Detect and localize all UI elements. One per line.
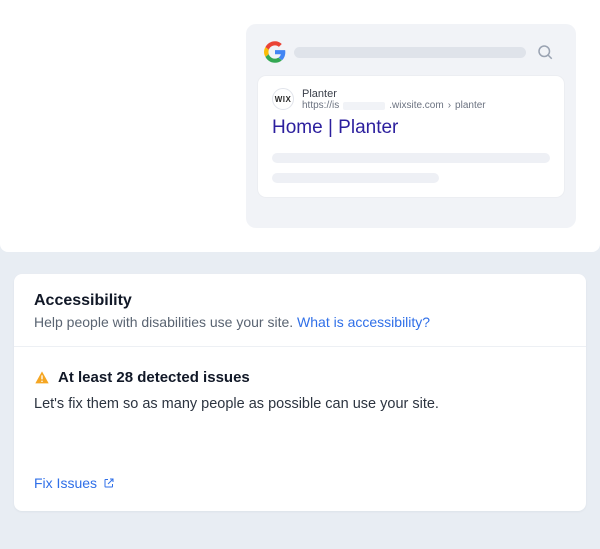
- serp-url-path: planter: [455, 100, 486, 111]
- accessibility-body: At least 28 detected issues Let's fix th…: [14, 347, 586, 467]
- serp-url-masked: [343, 102, 385, 110]
- panel-gap: [0, 252, 600, 274]
- serp-search-row: [258, 34, 564, 70]
- external-link-icon: [103, 477, 115, 489]
- search-icon: [536, 43, 554, 61]
- serp-result-header: WIX Planter https://is .wixsite.com › pla…: [272, 88, 550, 111]
- accessibility-issue-row: At least 28 detected issues: [34, 369, 566, 386]
- seo-preview-panel: WIX Planter https://is .wixsite.com › pla…: [0, 0, 600, 252]
- serp-site-url: https://is .wixsite.com › planter: [302, 100, 486, 111]
- serp-result-title: Home | Planter: [272, 117, 550, 139]
- fix-issues-label: Fix Issues: [34, 475, 97, 491]
- serp-result-card: WIX Planter https://is .wixsite.com › pla…: [258, 76, 564, 197]
- serp-site-name: Planter: [302, 88, 486, 100]
- accessibility-header: Accessibility Help people with disabilit…: [14, 274, 586, 347]
- accessibility-issue-desc: Let's fix them so as many people as poss…: [34, 396, 566, 412]
- accessibility-subtitle: Help people with disabilities use your s…: [34, 314, 566, 330]
- serp-preview-card: WIX Planter https://is .wixsite.com › pla…: [246, 24, 576, 228]
- serp-url-prefix: https://is: [302, 100, 339, 111]
- serp-search-placeholder: [294, 47, 526, 58]
- serp-snippet-line: [272, 173, 439, 183]
- google-logo-icon: [264, 41, 286, 63]
- serp-url-suffix: .wixsite.com: [389, 100, 443, 111]
- accessibility-learn-more-link[interactable]: What is accessibility?: [297, 314, 430, 330]
- site-favicon: WIX: [272, 88, 294, 110]
- accessibility-subtitle-text: Help people with disabilities use your s…: [34, 314, 293, 330]
- fix-issues-link[interactable]: Fix Issues: [34, 475, 115, 491]
- serp-snippet-line: [272, 153, 550, 163]
- accessibility-title: Accessibility: [34, 292, 566, 310]
- accessibility-footer: Fix Issues: [14, 467, 586, 511]
- accessibility-panel: Accessibility Help people with disabilit…: [14, 274, 586, 511]
- serp-site-meta: Planter https://is .wixsite.com › planter: [302, 88, 486, 111]
- accessibility-issue-title: At least 28 detected issues: [58, 369, 250, 386]
- serp-url-separator: ›: [448, 100, 451, 111]
- warning-icon: [34, 370, 50, 386]
- favicon-label: WIX: [275, 95, 292, 104]
